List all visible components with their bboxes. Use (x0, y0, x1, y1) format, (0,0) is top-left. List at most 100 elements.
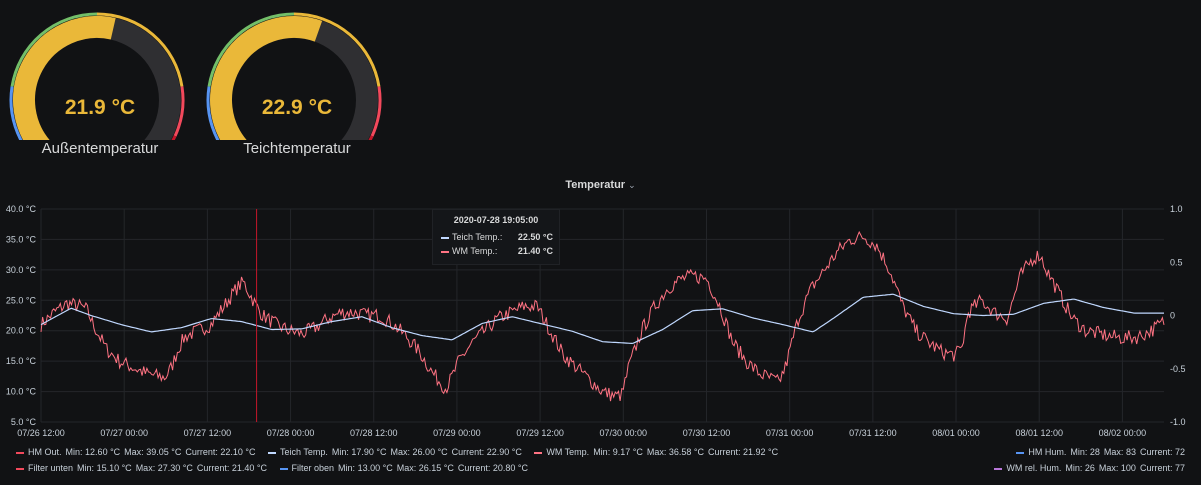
legend-current-value: 21.92 °C (743, 447, 779, 457)
legend-current-label: Current: (185, 447, 218, 457)
legend-item-wm-temp[interactable]: WM Temp. Min: 9.17 °C Max: 36.58 °C Current… (534, 447, 778, 457)
legend-max-value: 39.05 °C (146, 447, 182, 457)
legend-row-1: HM Out. Min: 12.60 °C Max: 39.05 °C Current… (16, 447, 788, 457)
legend-row-2: Filter unten Min: 15.10 °C Max: 27.30 °C Cu… (16, 463, 538, 473)
legend-max-label: Max: (646, 447, 667, 457)
legend-min-value: 17.90 °C (351, 447, 387, 457)
y-axis-tick-label: 10.0 °C (6, 387, 37, 397)
legend-min-value: 12.60 °C (85, 447, 121, 457)
series-line (40, 230, 1165, 402)
y-right-axis-tick-label: 0 (1170, 311, 1175, 321)
x-axis-tick-label: 07/29 12:00 (516, 428, 564, 438)
x-axis-tick-label: 07/27 00:00 (100, 428, 148, 438)
tooltip-row: WM Temp.: 21.40 °C (441, 246, 553, 258)
legend-max-label: Max: (135, 463, 156, 473)
legend-current-label: Current: (1139, 463, 1173, 473)
legend-right-row-1: HM Hum. Min: 28 Max: 83 Current: 72 (1016, 447, 1185, 457)
legend-min-label: Min: (1070, 447, 1088, 457)
gauge-outdoor-title: Außentemperatur (41, 140, 159, 157)
y-right-axis-tick-label: -1.0 (1170, 417, 1186, 427)
legend-max-label: Max: (1098, 463, 1119, 473)
legend-min-label: Min: (593, 447, 611, 457)
chart-tooltip: 2020-07-28 19:05:00 Teich Temp.: 22.50 °… (432, 209, 560, 265)
legend-max-value: 26.15 °C (418, 463, 454, 473)
series-line (40, 293, 1164, 345)
legend-series-name[interactable]: HM Hum. (1028, 447, 1066, 457)
legend-min-label: Min: (338, 463, 356, 473)
legend-min-label: Min: (65, 447, 83, 457)
legend-min-label: Min: (77, 463, 95, 473)
legend-min-value: 15.10 °C (96, 463, 132, 473)
y-right-axis-tick-label: 0.5 (1170, 257, 1183, 267)
legend-item-filter-oben[interactable]: Filter oben Min: 13.00 °C Max: 26.15 °C Cur… (279, 463, 529, 473)
chevron-down-icon[interactable]: ⌄ (628, 180, 636, 190)
legend-current-label: Current: (1139, 447, 1173, 457)
legend-current-value: 20.80 °C (492, 463, 529, 473)
legend-min-value: 13.00 °C (357, 463, 393, 473)
legend-item-hm-out[interactable]: HM Out. Min: 12.60 °C Max: 39.05 °C Current… (16, 447, 255, 457)
legend-current-value: 21.40 °C (231, 463, 267, 473)
x-axis-tick-label: 07/31 00:00 (766, 428, 814, 438)
tooltip-series-name: WM Temp.: (452, 246, 498, 256)
legend-current-value: 22.10 °C (220, 447, 256, 457)
legend-series-name[interactable]: Filter unten (28, 463, 73, 473)
legend-item-hm-hum[interactable]: HM Hum. Min: 28 Max: 83 Current: 72 (1016, 447, 1185, 457)
legend-max-value: 83 (1125, 447, 1136, 457)
x-axis-tick-label: 08/01 00:00 (932, 428, 980, 438)
panel-title-text[interactable]: Temperatur (565, 179, 625, 191)
legend-min-label: Min: (331, 447, 349, 457)
x-axis-tick-label: 08/02 00:00 (1099, 428, 1147, 438)
gauge-fill (13, 16, 116, 140)
legend-swatch (1016, 451, 1025, 454)
tooltip-time: 2020-07-28 19:05:00 (453, 215, 539, 225)
tooltip-series-name: Teich Temp.: (452, 232, 503, 242)
x-axis-tick-label: 07/30 12:00 (683, 428, 731, 438)
legend-series-name[interactable]: WM Temp. (546, 447, 589, 457)
legend-series-name[interactable]: Filter oben (292, 463, 335, 473)
gauge-pond-title: Teichtemperatur (243, 140, 351, 157)
y-axis-tick-label: 30.0 °C (6, 265, 37, 275)
legend-max-label: Max: (396, 463, 417, 473)
x-axis-tick-label: 08/01 12:00 (1015, 428, 1063, 438)
legend-min-value: 26 (1084, 463, 1095, 473)
tooltip-series-value: 22.50 °C (517, 232, 553, 242)
legend-item-filter-unten[interactable]: Filter unten Min: 15.10 °C Max: 27.30 °C Cu… (16, 463, 267, 473)
legend-item-wm-rel-hum[interactable]: WM rel. Hum. Min: 26 Max: 100 Current: 77 (994, 463, 1185, 473)
legend-max-value: 100 (1120, 463, 1136, 473)
x-axis-tick-label: 07/30 00:00 (600, 428, 648, 438)
legend-series-name[interactable]: WM rel. Hum. (1006, 463, 1061, 473)
gauge-pond-value: 22.9 °C (261, 96, 333, 119)
legend-current-value: 72 (1174, 447, 1185, 457)
legend-swatch (534, 451, 543, 454)
y-axis-tick-label: 5.0 °C (11, 417, 37, 427)
gauge-pond-temperature: 22.9 °C Teichtemperatur (197, 0, 397, 170)
temperature-chart[interactable]: 40.0 °C 35.0 °C 30.0 °C 25.0 °C 20.0 °C 15.0 … (0, 195, 1201, 445)
x-axis-tick-label: 07/29 00:00 (433, 428, 481, 438)
legend-max-value: 36.58 °C (668, 447, 704, 457)
y-axis-tick-label: 20.0 °C (6, 326, 37, 336)
y-axis-tick-label: 25.0 °C (6, 295, 37, 305)
legend-max-value: 27.30 °C (157, 463, 193, 473)
legend-swatch (994, 467, 1003, 470)
legend-current-label: Current: (708, 447, 741, 457)
tooltip-row: Teich Temp.: 22.50 °C (441, 232, 553, 244)
gauge-fill (210, 16, 323, 140)
x-axis-tick-label: 07/28 00:00 (267, 428, 315, 438)
legend-current-label: Current: (451, 447, 485, 457)
gauge-outdoor-temperature: 21.9 °C Außentemperatur (0, 0, 200, 170)
legend-series-name[interactable]: Teich Temp. (280, 447, 328, 457)
panel-title[interactable]: Temperatur ⌄ (0, 179, 1201, 191)
legend-swatch (16, 467, 24, 470)
gauge-outdoor-value: 21.9 °C (64, 96, 136, 119)
legend-min-value: 9.17 °C (612, 447, 643, 457)
legend-max-label: Max: (124, 447, 144, 457)
y-right-axis-tick-label: 1.0 (1170, 204, 1183, 214)
legend-current-label: Current: (457, 463, 491, 473)
tooltip-swatch (441, 237, 449, 239)
legend-max-label: Max: (390, 447, 411, 457)
legend-item-teich-temp[interactable]: Teich Temp. Min: 17.90 °C Max: 26.00 °C Cur… (268, 447, 522, 457)
legend-series-name[interactable]: HM Out. (28, 447, 62, 457)
legend-current-label: Current: (196, 463, 230, 473)
x-axis-tick-label: 07/28 12:00 (350, 428, 398, 438)
legend-swatch (279, 467, 288, 470)
